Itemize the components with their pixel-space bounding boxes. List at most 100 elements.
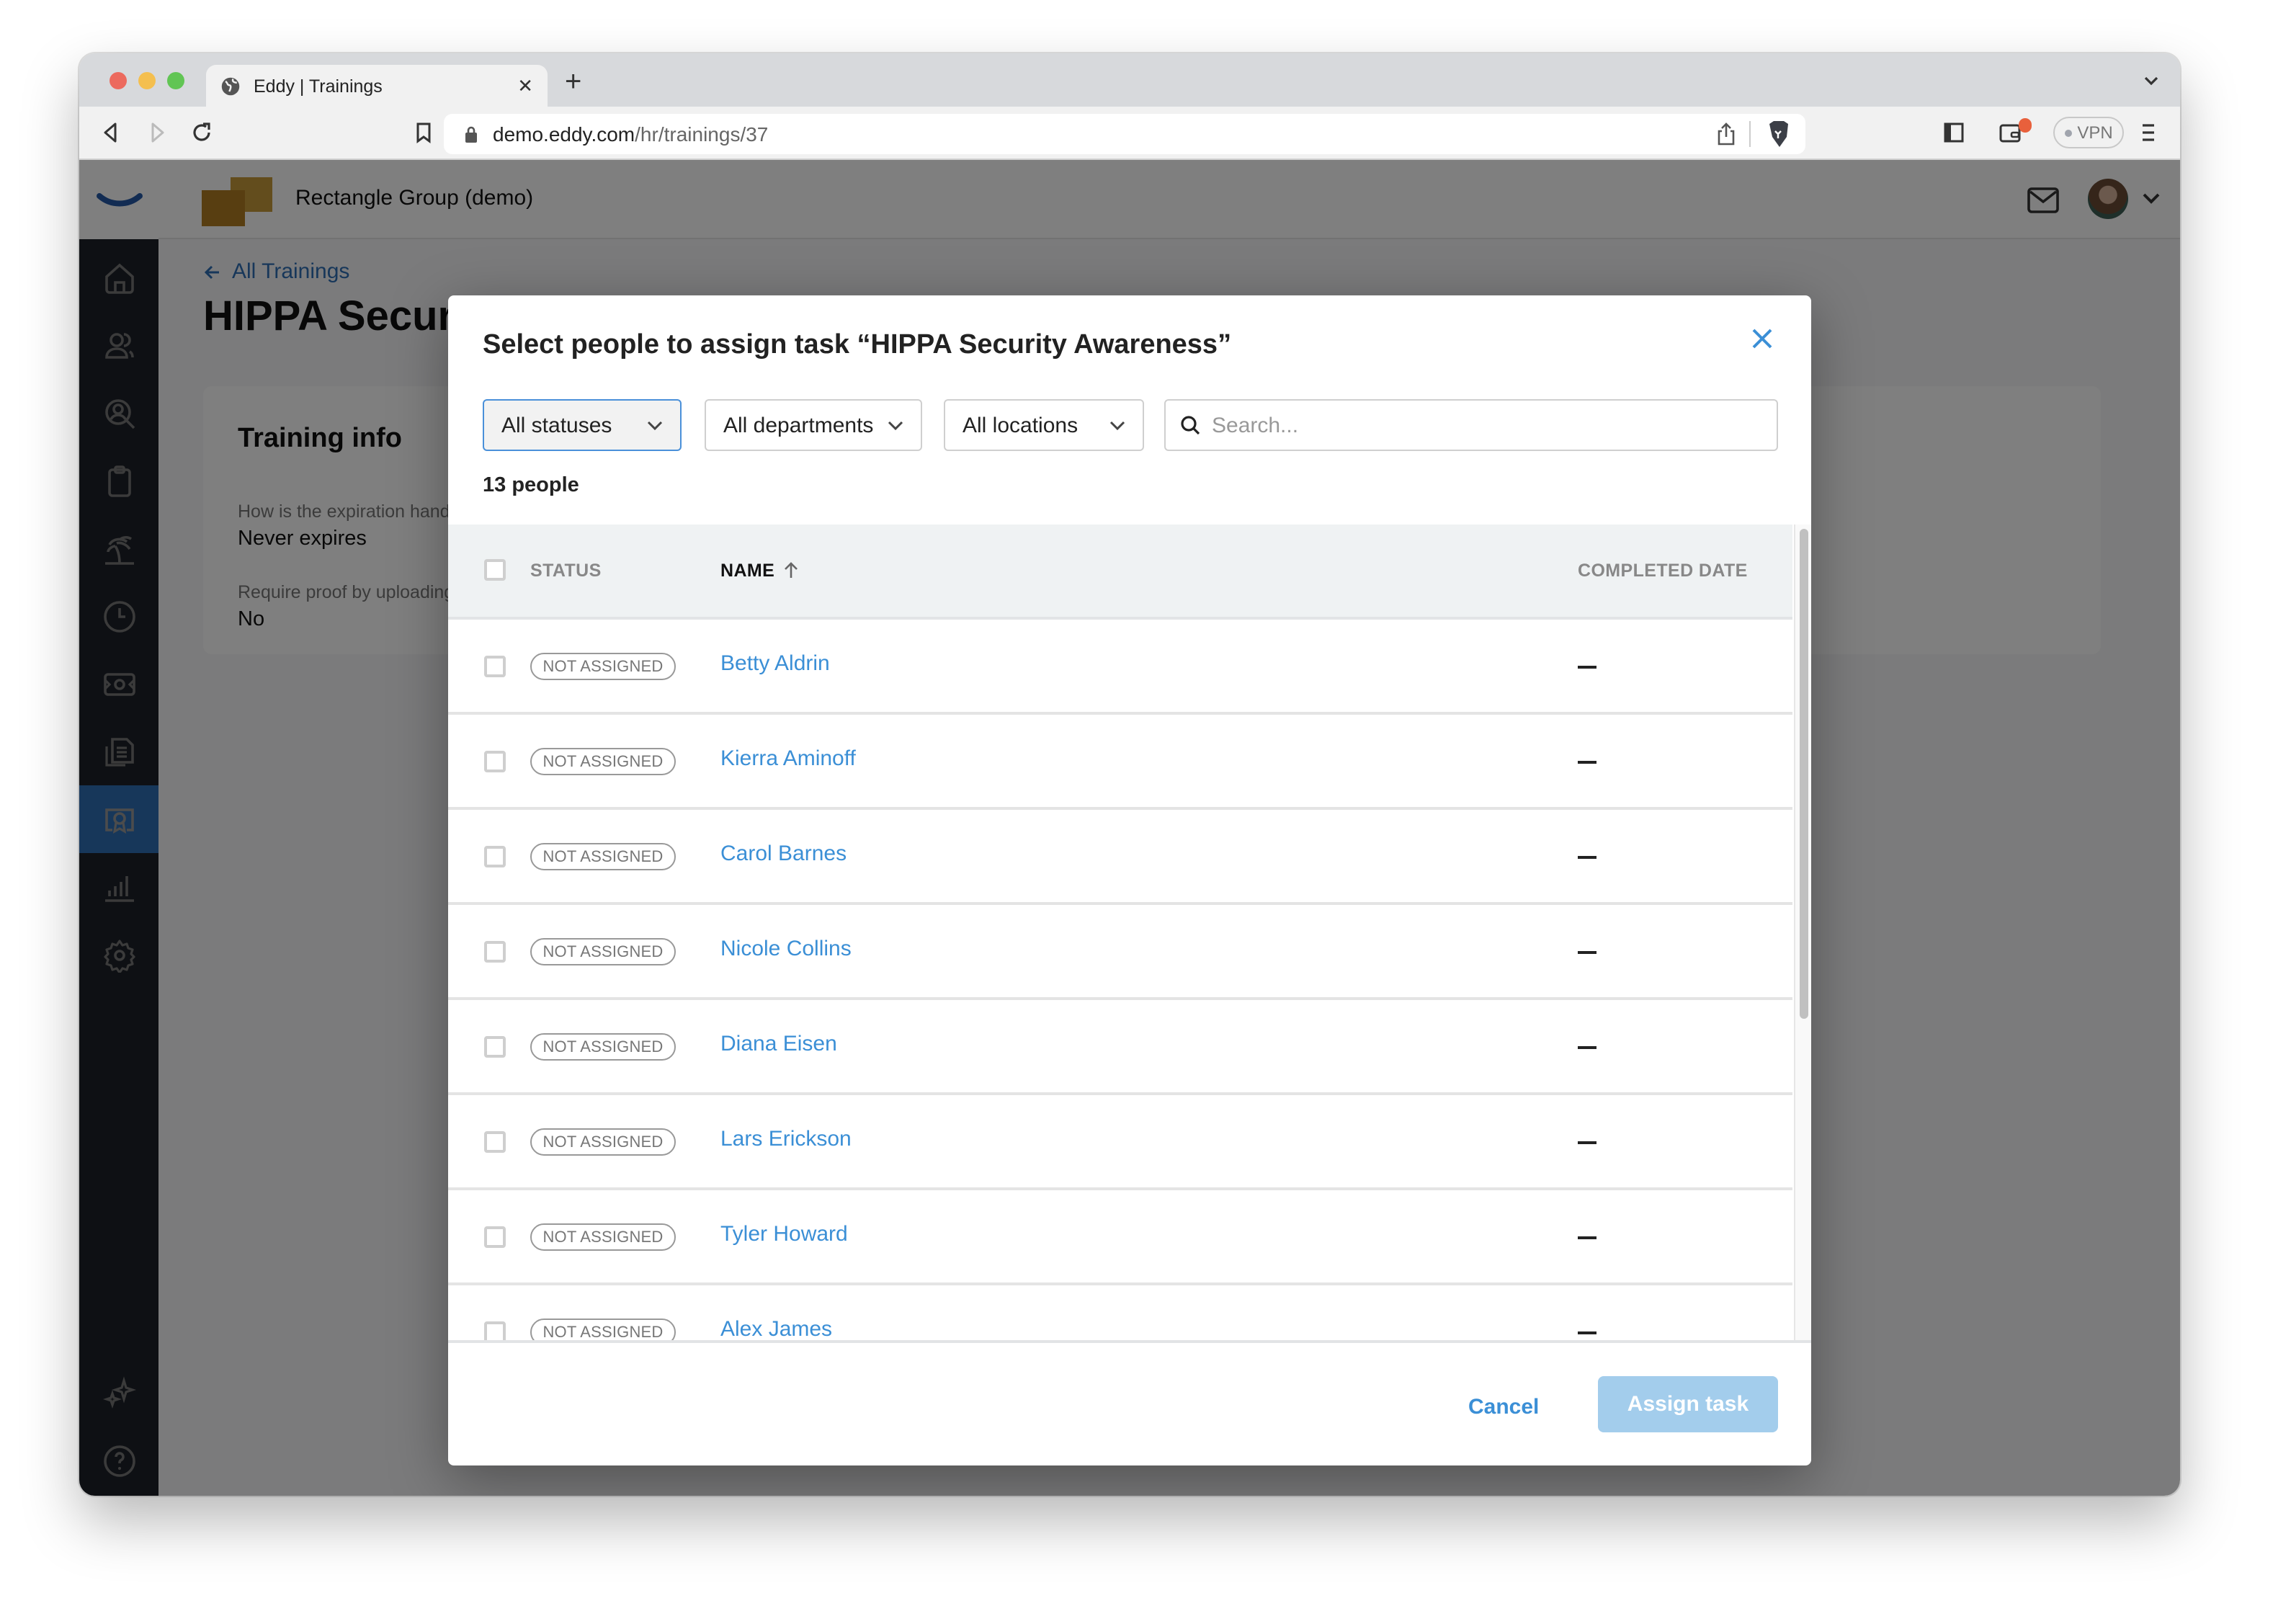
- tab-close-icon[interactable]: ✕: [517, 74, 533, 97]
- completed-date-empty: [1578, 1236, 1596, 1239]
- person-name-link[interactable]: Nicole Collins: [720, 937, 852, 961]
- close-icon[interactable]: [1751, 327, 1774, 350]
- sort-ascending-icon: [784, 562, 798, 578]
- new-tab-button[interactable]: +: [565, 68, 581, 97]
- status-filter-value: All statuses: [501, 413, 612, 437]
- sidebar-toggle-icon[interactable]: [1942, 121, 1965, 144]
- table-row[interactable]: NOT ASSIGNED Tyler Howard: [448, 1190, 1792, 1285]
- reload-icon[interactable]: [190, 121, 213, 144]
- row-checkbox[interactable]: [484, 846, 506, 867]
- status-badge: NOT ASSIGNED: [530, 653, 676, 680]
- status-badge: NOT ASSIGNED: [530, 1128, 676, 1156]
- table-row[interactable]: NOT ASSIGNED Nicole Collins: [448, 905, 1792, 1000]
- department-filter-select[interactable]: All departments: [705, 399, 922, 451]
- vpn-button[interactable]: VPN: [2053, 117, 2124, 148]
- completed-date-empty: [1578, 761, 1596, 763]
- globe-icon: [221, 76, 240, 95]
- status-badge: NOT ASSIGNED: [530, 748, 676, 775]
- search-icon: [1181, 416, 1200, 435]
- location-filter-select[interactable]: All locations: [944, 399, 1144, 451]
- chevron-down-icon: [888, 421, 903, 431]
- assign-task-button[interactable]: Assign task: [1598, 1376, 1778, 1432]
- column-header-status[interactable]: STATUS: [530, 561, 602, 581]
- people-table: STATUS NAME COMPLETED DATE NOT ASSIGNED B…: [448, 525, 1792, 1340]
- lock-icon: [465, 126, 477, 143]
- assign-task-dialog: Select people to assign task “HIPPA Secu…: [448, 295, 1811, 1465]
- chevron-down-icon: [647, 421, 663, 431]
- table-scrollbar[interactable]: [1794, 525, 1811, 1340]
- completed-date-empty: [1578, 951, 1596, 953]
- completed-date-empty: [1578, 856, 1596, 858]
- screen: Eddy | Trainings ✕ + demo.eddy.com/hr/tr…: [0, 0, 2291, 1624]
- table-row[interactable]: NOT ASSIGNED Carol Barnes: [448, 810, 1792, 905]
- row-checkbox[interactable]: [484, 941, 506, 963]
- close-window-button[interactable]: [110, 72, 127, 89]
- person-name-link[interactable]: Kierra Aminoff: [720, 746, 856, 771]
- dialog-footer: Cancel Assign task: [448, 1340, 1811, 1465]
- vpn-status-dot: [2064, 129, 2072, 136]
- bookmark-icon[interactable]: [412, 121, 435, 144]
- department-filter-value: All departments: [723, 413, 874, 437]
- person-name-link[interactable]: Lars Erickson: [720, 1127, 852, 1151]
- row-checkbox[interactable]: [484, 1131, 506, 1153]
- person-name-link[interactable]: Carol Barnes: [720, 842, 847, 866]
- chevron-down-icon: [1109, 421, 1125, 431]
- forward-icon[interactable]: [146, 121, 169, 144]
- scrollbar-thumb[interactable]: [1800, 529, 1808, 1019]
- status-badge: NOT ASSIGNED: [530, 843, 676, 870]
- minimize-window-button[interactable]: [138, 72, 156, 89]
- table-row[interactable]: NOT ASSIGNED Diana Eisen: [448, 1000, 1792, 1095]
- cancel-button[interactable]: Cancel: [1468, 1395, 1539, 1419]
- person-name-link[interactable]: Diana Eisen: [720, 1032, 837, 1056]
- people-count: 13 people: [483, 474, 579, 497]
- tab-list-chevron-icon[interactable]: [2143, 73, 2160, 88]
- completed-date-empty: [1578, 1331, 1596, 1334]
- vpn-label: VPN: [2077, 122, 2113, 143]
- status-badge: NOT ASSIGNED: [530, 938, 676, 965]
- completed-date-empty: [1578, 666, 1596, 668]
- browser-window: Eddy | Trainings ✕ + demo.eddy.com/hr/tr…: [79, 53, 2180, 1496]
- table-row[interactable]: NOT ASSIGNED Lars Erickson: [448, 1095, 1792, 1190]
- dialog-title: Select people to assign task “HIPPA Secu…: [483, 330, 1232, 360]
- table-header: STATUS NAME COMPLETED DATE: [448, 525, 1792, 620]
- person-name-link[interactable]: Betty Aldrin: [720, 651, 830, 676]
- table-row[interactable]: NOT ASSIGNED Kierra Aminoff: [448, 715, 1792, 810]
- table-row[interactable]: NOT ASSIGNED Betty Aldrin: [448, 620, 1792, 715]
- browser-toolbar: demo.eddy.com/hr/trainings/37 VPN: [79, 107, 2180, 160]
- maximize-window-button[interactable]: [167, 72, 184, 89]
- table-row[interactable]: NOT ASSIGNED Alex James: [448, 1285, 1792, 1340]
- location-filter-value: All locations: [963, 413, 1078, 437]
- url-separator: [1749, 121, 1751, 147]
- name-column-label: NAME: [720, 561, 775, 581]
- column-header-completed-date[interactable]: COMPLETED DATE: [1578, 561, 1748, 581]
- status-filter-select[interactable]: All statuses: [483, 399, 682, 451]
- row-checkbox[interactable]: [484, 1036, 506, 1058]
- status-badge: NOT ASSIGNED: [530, 1223, 676, 1251]
- menu-icon[interactable]: [2137, 121, 2160, 144]
- person-name-link[interactable]: Alex James: [720, 1317, 832, 1340]
- column-header-name[interactable]: NAME: [720, 561, 798, 581]
- search-input[interactable]: [1212, 413, 1759, 437]
- brave-shield-icon[interactable]: [1767, 120, 1791, 148]
- url-path: /hr/trainings/37: [635, 122, 769, 146]
- address-bar[interactable]: demo.eddy.com/hr/trainings/37: [444, 114, 1805, 154]
- back-icon[interactable]: [99, 121, 122, 144]
- select-all-checkbox[interactable]: [484, 559, 506, 581]
- browser-tab-bar: Eddy | Trainings ✕ +: [79, 53, 2180, 107]
- browser-tab[interactable]: Eddy | Trainings ✕: [206, 65, 548, 107]
- row-checkbox[interactable]: [484, 656, 506, 677]
- completed-date-empty: [1578, 1046, 1596, 1048]
- status-badge: NOT ASSIGNED: [530, 1033, 676, 1061]
- person-name-link[interactable]: Tyler Howard: [720, 1222, 848, 1246]
- completed-date-empty: [1578, 1141, 1596, 1143]
- search-field[interactable]: [1164, 399, 1778, 451]
- share-icon[interactable]: [1716, 122, 1736, 146]
- wallet-notification-badge: [2019, 118, 2032, 133]
- row-checkbox[interactable]: [484, 1321, 506, 1340]
- url-domain: demo.eddy.com: [493, 122, 635, 146]
- row-checkbox[interactable]: [484, 1226, 506, 1248]
- status-badge: NOT ASSIGNED: [530, 1319, 676, 1340]
- row-checkbox[interactable]: [484, 751, 506, 772]
- app: Rectangle Group (demo) All Trainings HIP…: [79, 160, 2180, 1496]
- tab-title: Eddy | Trainings: [254, 76, 383, 96]
